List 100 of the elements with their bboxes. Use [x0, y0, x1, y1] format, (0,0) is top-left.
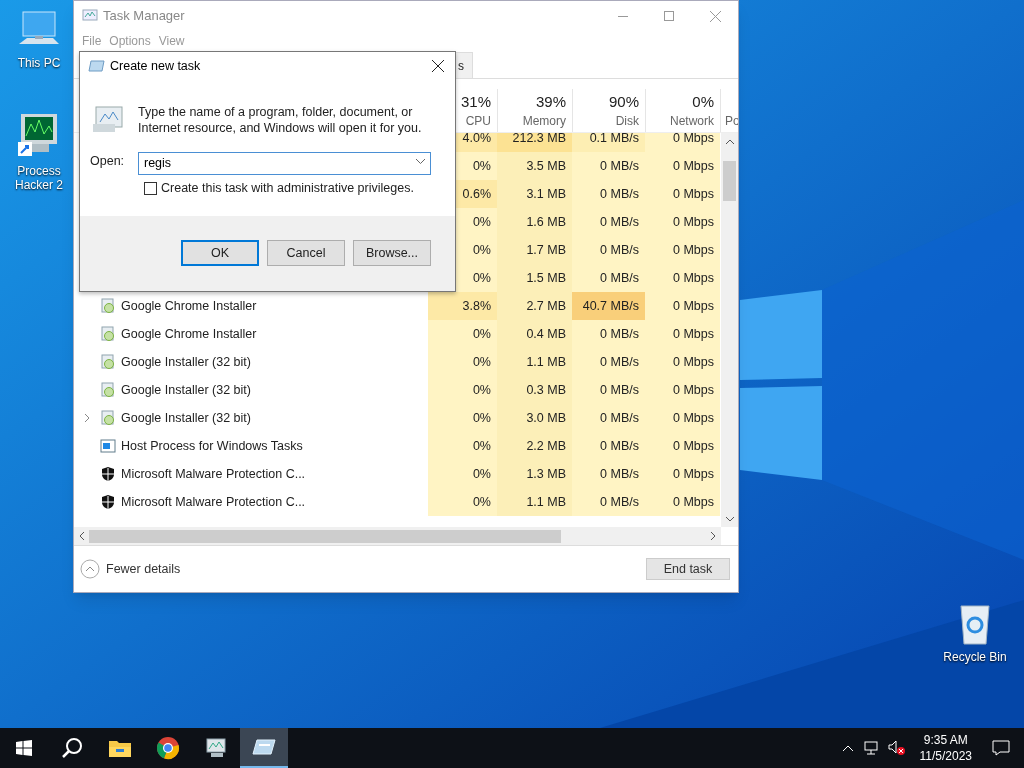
table-cell: 0% [428, 460, 497, 488]
search-icon [61, 737, 83, 759]
table-cell: 0 MB/s [572, 320, 645, 348]
taskbar-button[interactable] [240, 728, 288, 768]
table-cell: 0 Mbps [645, 264, 720, 292]
chevron-up-icon[interactable] [841, 744, 854, 752]
chevron-right-icon[interactable] [84, 413, 90, 423]
table-cell: 0 Mbps [645, 236, 720, 264]
process-name[interactable]: Google Chrome Installer [121, 324, 257, 344]
checkbox-label[interactable]: Create this task with administrative privileges. [161, 179, 414, 198]
table-cell: 0% [428, 488, 497, 516]
column-percent: 90% [608, 91, 639, 112]
network-icon[interactable] [863, 741, 880, 755]
installer-icon [100, 354, 116, 370]
table-cell: 0.4 MB [497, 320, 572, 348]
installer-icon [100, 410, 116, 426]
process-name[interactable]: Google Chrome Installer [121, 296, 257, 316]
column-header[interactable]: CPU [465, 111, 491, 130]
scroll-up-icon [725, 138, 734, 144]
end-task-button[interactable]: End task [646, 558, 730, 580]
table-cell: 0 Mbps [645, 180, 720, 208]
maximize-icon [664, 11, 674, 21]
close-icon [709, 10, 721, 22]
column-header[interactable]: Memory [522, 111, 566, 130]
installer-icon [100, 382, 116, 398]
table-cell: 0 Mbps [645, 133, 720, 152]
table-cell: 3.1 MB [497, 180, 572, 208]
table-cell: 0% [428, 320, 497, 348]
folder-icon [108, 738, 132, 758]
fewer-details-button[interactable]: Fewer details [80, 559, 181, 579]
table-cell: 2.2 MB [497, 432, 572, 460]
monitor-graph-icon [92, 104, 124, 134]
desktop-icon-label[interactable]: Recycle Bin [943, 650, 1007, 664]
scroll-right-icon [711, 532, 716, 540]
horizontal-scrollbar[interactable] [74, 527, 721, 545]
run-dialog-icon [88, 60, 105, 72]
installer-icon [100, 326, 116, 342]
table-cell: 0% [428, 432, 497, 460]
column-header[interactable]: Network [670, 111, 714, 130]
table-cell: 1.6 MB [497, 208, 572, 236]
process-name[interactable]: Google Installer (32 bit) [121, 408, 251, 428]
shield-icon [100, 494, 116, 510]
table-cell: 212.3 MB [497, 133, 572, 152]
table-cell: 1.7 MB [497, 236, 572, 264]
shield-icon [100, 466, 116, 482]
process-name[interactable]: Microsoft Malware Protection C... [121, 464, 306, 484]
dialog-button[interactable]: Browse... [353, 240, 431, 267]
dialog-title: Create new task [110, 57, 201, 75]
table-cell: 0 Mbps [645, 432, 720, 460]
open-combobox[interactable]: regis [138, 151, 431, 175]
table-cell: 40.7 MB/s [572, 292, 645, 320]
table-cell: 0% [428, 376, 497, 404]
table-cell: 0 Mbps [645, 404, 720, 432]
process-name[interactable]: Google Installer (32 bit) [121, 352, 251, 372]
table-cell: 3.8% [428, 292, 497, 320]
table-cell: 0.3 MB [497, 376, 572, 404]
process-name[interactable]: Microsoft Malware Protection C... [121, 492, 306, 512]
scroll-thumb[interactable] [723, 161, 736, 201]
table-cell: 0 MB/s [572, 460, 645, 488]
close-icon [432, 60, 444, 72]
muted-speaker-icon[interactable] [887, 740, 906, 756]
table-cell: 3.5 MB [497, 152, 572, 180]
table-cell: 0% [428, 404, 497, 432]
dialog-button[interactable]: Cancel [267, 240, 345, 267]
desktop-icon-label[interactable]: Process Hacker 2 [1, 164, 77, 192]
table-cell: 1.1 MB [497, 488, 572, 516]
chevron-up-icon [80, 559, 100, 579]
table-cell: 0 Mbps [645, 208, 720, 236]
table-cell: 0 MB/s [572, 376, 645, 404]
table-cell: 0 MB/s [572, 236, 645, 264]
table-cell: 2.7 MB [497, 292, 572, 320]
table-cell: 0% [428, 348, 497, 376]
checkbox[interactable] [144, 181, 157, 195]
table-cell: 0 MB/s [572, 180, 645, 208]
chrome-logo-icon [156, 736, 180, 760]
column-percent: 31% [460, 91, 491, 112]
dialog-button[interactable]: OK [181, 240, 259, 267]
tab[interactable]: s [456, 52, 473, 78]
table-cell: 0.1 MB/s [572, 133, 645, 152]
table-cell: 0 MB/s [572, 488, 645, 516]
table-cell: 0 Mbps [645, 376, 720, 404]
table-cell: 1.1 MB [497, 348, 572, 376]
process-name[interactable]: Host Process for Windows Tasks [121, 436, 303, 456]
table-cell: 3.0 MB [497, 404, 572, 432]
table-cell: 0 Mbps [645, 460, 720, 488]
process-name[interactable]: Google Installer (32 bit) [121, 380, 251, 400]
clock-time[interactable]: 9:35 AM [923, 732, 968, 748]
table-cell: 0 MB/s [572, 152, 645, 180]
notification-icon [992, 740, 1010, 756]
table-cell: 0 MB/s [572, 208, 645, 236]
minimize-icon [618, 15, 628, 17]
clock-date[interactable]: 11/5/2023 [919, 748, 972, 764]
vertical-scrollbar[interactable] [721, 133, 738, 527]
table-cell: 0 MB/s [572, 432, 645, 460]
table-cell: 0 Mbps [645, 488, 720, 516]
table-cell: 0 Mbps [645, 292, 720, 320]
dropdown-icon[interactable] [416, 159, 425, 164]
table-cell: 0 MB/s [572, 264, 645, 292]
monitor-graph-icon [204, 737, 228, 759]
column-header[interactable]: Disk [615, 111, 639, 130]
